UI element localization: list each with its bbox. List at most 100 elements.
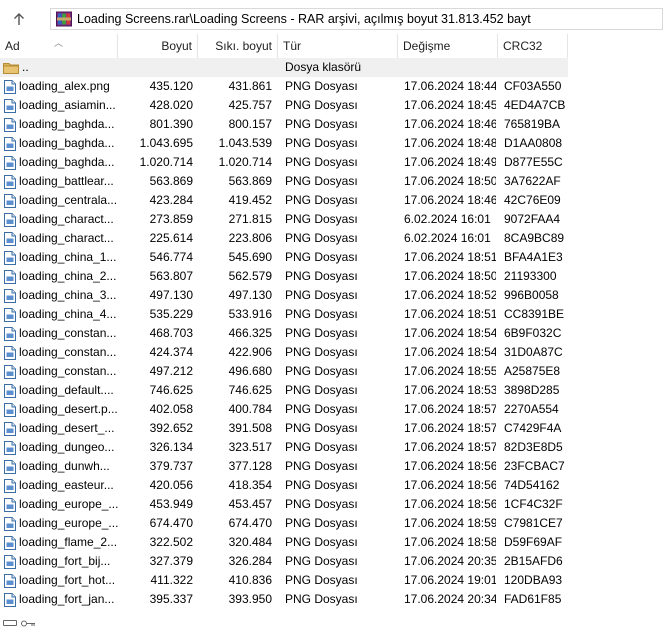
file-row[interactable]: loading_europe_... 453.949 453.457 PNG Dosy… [0, 495, 568, 514]
sort-ascending-icon: ︿ [54, 38, 64, 48]
file-packed-size: 674.470 [228, 516, 272, 530]
file-packed-size: 453.457 [228, 497, 272, 511]
file-size: 453.949 [149, 497, 193, 511]
file-name: loading_charact... [19, 212, 114, 226]
file-name: loading_battlear... [19, 174, 114, 188]
png-file-icon [4, 364, 16, 379]
file-row[interactable]: loading_dunwh... 379.737 377.128 PNG Dosyas… [0, 457, 568, 476]
file-type: PNG Dosyası [285, 117, 358, 131]
file-row[interactable]: loading_charact... 225.614 223.806 PNG Dosy… [0, 229, 568, 248]
column-packed-size[interactable]: Sıkı. boyut [198, 34, 278, 58]
parent-folder-row[interactable]: .. Dosya klasörü [0, 58, 568, 77]
png-file-icon [4, 516, 16, 531]
file-size: 563.869 [149, 174, 193, 188]
file-size: 379.737 [149, 459, 193, 473]
file-row[interactable]: loading_charact... 273.859 271.815 PNG Dosy… [0, 210, 568, 229]
file-packed-size: 223.806 [228, 231, 272, 245]
column-modified[interactable]: Değişme [398, 34, 498, 58]
file-modified: 17.06.2024 18:49 [404, 155, 496, 169]
address-bar[interactable]: Loading Screens.rar\Loading Screens - RA… [50, 8, 663, 30]
file-row[interactable]: loading_china_3... 497.130 497.130 PNG Dosy… [0, 286, 568, 305]
file-crc32: 3A7622AF [504, 174, 561, 188]
file-row[interactable]: loading_fort_hot... 411.322 410.836 PNG Dos… [0, 571, 568, 590]
png-file-icon [4, 345, 16, 360]
file-row[interactable]: loading_europe_... 674.470 674.470 PNG Dosy… [0, 514, 568, 533]
file-row[interactable]: loading_battlear... 563.869 563.869 PNG Dos… [0, 172, 568, 191]
file-size: 563.807 [149, 269, 193, 283]
file-type: PNG Dosyası [285, 535, 358, 549]
png-file-icon [4, 155, 16, 170]
file-size: 546.774 [149, 250, 193, 264]
file-name-cell: loading_charact... [0, 210, 118, 229]
file-row[interactable]: loading_easteur... 420.056 418.354 PNG Dosy… [0, 476, 568, 495]
file-row[interactable]: loading_fort_jan... 395.337 393.950 PNG Dos… [0, 590, 568, 609]
file-name-cell: loading_alex.png [0, 77, 118, 96]
file-crc32: 6B9F032C [504, 326, 562, 340]
column-size[interactable]: Boyut [118, 34, 198, 58]
file-packed-size: 271.815 [228, 212, 272, 226]
file-row[interactable]: loading_china_1... 546.774 545.690 PNG Dosy… [0, 248, 568, 267]
column-name[interactable]: Ad ︿ [0, 34, 118, 58]
file-row[interactable]: loading_dungeo... 326.134 323.517 PNG Dosya… [0, 438, 568, 457]
file-row[interactable]: loading_china_4... 535.229 533.916 PNG Dosy… [0, 305, 568, 324]
file-size: 273.859 [149, 212, 193, 226]
png-file-icon [4, 98, 16, 113]
file-name: loading_dunwh... [19, 459, 110, 473]
file-rows: loading_alex.png 435.120 431.861 PNG Dosyas… [0, 77, 568, 609]
file-list[interactable]: .. Dosya klasörü loading_alex.png 435.120… [0, 58, 568, 609]
png-file-icon [4, 79, 16, 94]
file-row[interactable]: loading_centrala... 423.284 419.452 PNG Dos… [0, 191, 568, 210]
file-row[interactable]: loading_desert_... 392.652 391.508 PNG Dosy… [0, 419, 568, 438]
file-name-cell: loading_asiamin... [0, 96, 118, 115]
file-crc32: 120DBA93 [504, 573, 563, 587]
png-file-icon [4, 592, 16, 607]
file-type: PNG Dosyası [285, 79, 358, 93]
file-type: PNG Dosyası [285, 497, 358, 511]
file-row[interactable]: loading_desert.p... 402.058 400.784 PNG Dos… [0, 400, 568, 419]
file-row[interactable]: loading_baghda... 1.020.714 1.020.714 PNG D… [0, 153, 568, 172]
file-name: loading_constan... [19, 364, 117, 378]
file-type: PNG Dosyası [285, 402, 358, 416]
file-packed-size: 545.690 [228, 250, 272, 264]
file-name-cell: loading_default.... [0, 381, 118, 400]
png-file-icon [4, 231, 16, 246]
file-size: 497.130 [149, 288, 193, 302]
file-packed-size: 496.680 [228, 364, 272, 378]
file-crc32: 9072FAA4 [504, 212, 561, 226]
file-type: PNG Dosyası [285, 288, 358, 302]
file-modified: 17.06.2024 18:55 [404, 364, 496, 378]
file-row[interactable]: loading_baghda... 1.043.695 1.043.539 PNG D… [0, 134, 568, 153]
file-row[interactable]: loading_constan... 468.703 466.325 PNG Dosy… [0, 324, 568, 343]
file-packed-size: 800.157 [228, 117, 272, 131]
file-name-cell: loading_desert_... [0, 419, 118, 438]
png-file-icon [4, 421, 16, 436]
file-type: PNG Dosyası [285, 326, 358, 340]
png-file-icon [4, 212, 16, 227]
file-row[interactable]: loading_default.... 746.625 746.625 PNG Dos… [0, 381, 568, 400]
file-name: loading_alex.png [19, 79, 110, 93]
file-name-cell: loading_baghda... [0, 153, 118, 172]
file-type: PNG Dosyası [285, 383, 358, 397]
file-row[interactable]: loading_fort_bij... 327.379 326.284 PNG Dos… [0, 552, 568, 571]
file-packed-size: 1.043.539 [218, 136, 272, 150]
column-crc32[interactable]: CRC32 [498, 34, 568, 58]
file-crc32: 1CF4C32F [504, 497, 563, 511]
file-row[interactable]: loading_china_2... 563.807 562.579 PNG Dosy… [0, 267, 568, 286]
file-size: 746.625 [149, 383, 193, 397]
file-type: PNG Dosyası [285, 440, 358, 454]
file-row[interactable]: loading_constan... 497.212 496.680 PNG Dosy… [0, 362, 568, 381]
column-modified-label: Değişme [403, 39, 451, 53]
file-row[interactable]: loading_constan... 424.374 422.906 PNG Dosy… [0, 343, 568, 362]
file-packed-size: 425.757 [228, 98, 272, 112]
file-row[interactable]: loading_baghda... 801.390 800.157 PNG Dosya… [0, 115, 568, 134]
file-size: 535.229 [149, 307, 193, 321]
up-folder-button[interactable] [6, 8, 32, 30]
file-type: PNG Dosyası [285, 193, 358, 207]
file-row[interactable]: loading_flame_2... 322.502 320.484 PNG Dosy… [0, 533, 568, 552]
file-modified: 17.06.2024 18:50 [404, 269, 496, 283]
file-row[interactable]: loading_asiamin... 428.020 425.757 PNG Dosy… [0, 96, 568, 115]
png-file-icon [4, 117, 16, 132]
column-type[interactable]: Tür [278, 34, 398, 58]
file-row[interactable]: loading_alex.png 435.120 431.861 PNG Dosyas… [0, 77, 568, 96]
column-type-label: Tür [283, 39, 301, 53]
